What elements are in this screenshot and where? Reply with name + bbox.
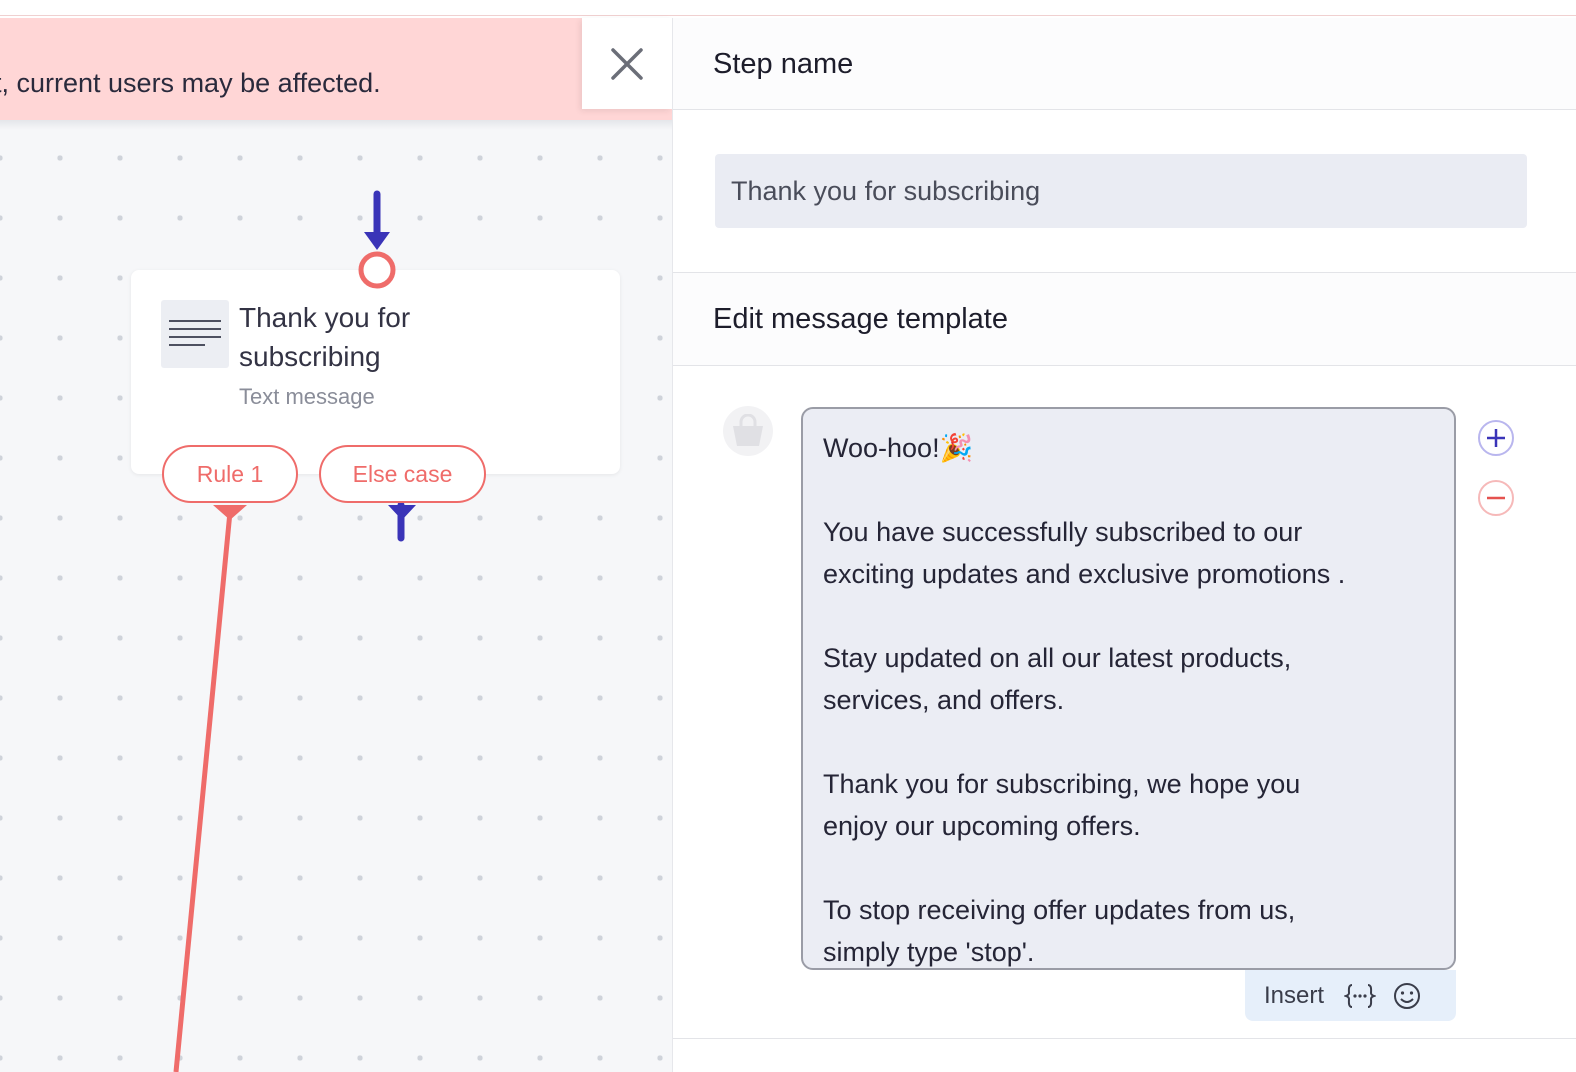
template-line: simply type 'stop'. <box>823 937 1035 967</box>
template-line: services, and offers. <box>823 685 1065 715</box>
template-line <box>823 847 1434 889</box>
smiley-icon[interactable] <box>1392 981 1422 1011</box>
branch-else-case[interactable]: Else case <box>319 445 486 503</box>
close-icon <box>611 47 643 80</box>
node-title: Thank you for subscribing <box>239 302 411 372</box>
insert-toolbar: Insert <box>1245 970 1456 1021</box>
template-line: Stay updated on all our latest products, <box>823 643 1292 673</box>
shopping-bag-icon <box>723 406 773 456</box>
section-divider <box>673 1038 1576 1039</box>
template-line: exciting updates and exclusive promotion… <box>823 559 1346 589</box>
template-line <box>823 595 1434 637</box>
warning-banner: t, current users may be affected. <box>0 18 672 120</box>
step-name-label: Step name <box>713 48 854 80</box>
curly-braces-icon[interactable] <box>1344 982 1377 1010</box>
flow-canvas[interactable] <box>0 120 672 1072</box>
template-line: You have successfully subscribed to our <box>823 517 1303 547</box>
step-name-input[interactable]: Thank you for subscribing <box>715 154 1527 228</box>
edit-template-label: Edit message template <box>713 303 1008 335</box>
edit-template-header: Edit message template <box>673 272 1576 366</box>
template-line <box>823 469 1434 511</box>
template-line: enjoy our upcoming offers. <box>823 811 1141 841</box>
insert-button[interactable]: Insert <box>1264 982 1324 1010</box>
banner-message: t, current users may be affected. <box>0 68 381 98</box>
text-lines-icon <box>161 300 229 368</box>
plus-circle-icon <box>1487 429 1505 447</box>
remove-message-button[interactable] <box>1478 480 1514 516</box>
message-template-editor[interactable]: Woo-hoo!🎉 You have successfully subscrib… <box>801 407 1456 970</box>
minus-circle-icon <box>1487 496 1505 500</box>
step-editor-panel: Step name Thank you for subscribing Edit… <box>672 18 1576 1072</box>
step-name-header: Step name <box>673 18 1576 110</box>
banner-close-button[interactable] <box>582 18 672 109</box>
branch-rule-1[interactable]: Rule 1 <box>162 445 298 503</box>
canvas-shadow <box>0 120 672 130</box>
template-line <box>823 721 1434 763</box>
message-node-card[interactable]: Thank you for subscribing Text message <box>131 270 620 474</box>
template-line: Woo-hoo!🎉 <box>823 433 974 463</box>
template-line: To stop receiving offer updates from us, <box>823 895 1296 925</box>
add-message-button[interactable] <box>1478 420 1514 456</box>
template-line: Thank you for subscribing, we hope you <box>823 769 1301 799</box>
node-subtitle: Text message <box>239 384 375 409</box>
top-border <box>0 0 1576 16</box>
